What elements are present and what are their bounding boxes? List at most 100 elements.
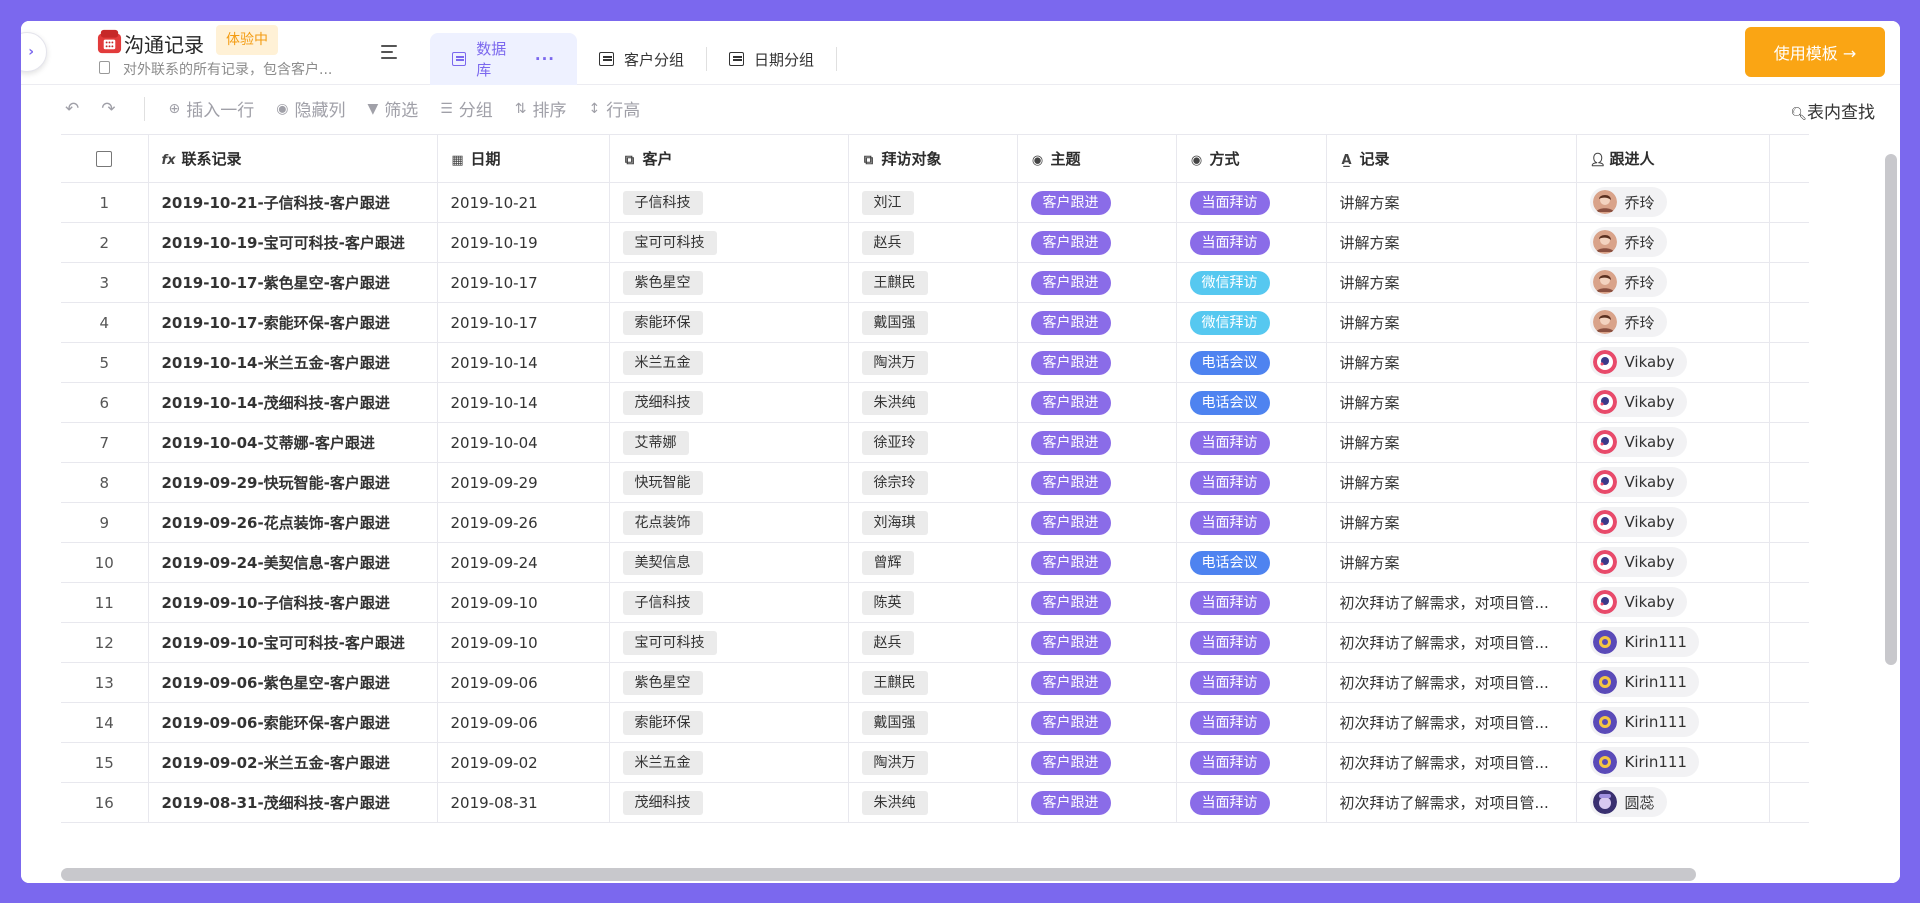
owner-cell[interactable]: Vikaby xyxy=(1576,382,1770,423)
method-cell[interactable]: 当面拜访 xyxy=(1176,462,1327,503)
row-number[interactable]: 7 xyxy=(61,422,149,463)
more-icon[interactable]: ··· xyxy=(535,50,555,68)
topic-cell[interactable]: 客户跟进 xyxy=(1017,502,1177,543)
table-row[interactable]: 16 2019-08-31-茂细科技-客户跟进 2019-08-31 茂细科技 朱洪纯 客… xyxy=(61,782,1809,823)
record-cell[interactable]: 讲解方案 xyxy=(1326,502,1577,543)
filter-button[interactable]: ▼ 筛选 xyxy=(367,96,418,122)
topic-cell[interactable]: 客户跟进 xyxy=(1017,182,1177,223)
topic-cell[interactable]: 客户跟进 xyxy=(1017,622,1177,663)
method-cell[interactable]: 当面拜访 xyxy=(1176,422,1327,463)
client-cell[interactable]: 紫色星空 xyxy=(609,662,849,703)
client-tag[interactable]: 米兰五金 xyxy=(622,750,703,775)
contact-cell[interactable]: 王麒民 xyxy=(848,662,1018,703)
table-row[interactable]: 14 2019-09-06-索能环保-客户跟进 2019-09-06 索能环保 戴国强 客… xyxy=(61,702,1809,743)
record-title-cell[interactable]: 2019-10-14-茂细科技-客户跟进 xyxy=(148,382,438,423)
row-number[interactable]: 13 xyxy=(61,662,149,703)
record-title-cell[interactable]: 2019-09-10-子信科技-客户跟进 xyxy=(148,582,438,623)
topic-cell[interactable]: 客户跟进 xyxy=(1017,742,1177,783)
client-tag[interactable]: 子信科技 xyxy=(622,590,703,615)
row-number[interactable]: 2 xyxy=(61,222,149,263)
record-title-cell[interactable]: 2019-09-06-索能环保-客户跟进 xyxy=(148,702,438,743)
record-cell[interactable]: 讲解方案 xyxy=(1326,302,1577,343)
table-row[interactable]: 2 2019-10-19-宝可可科技-客户跟进 2019-10-19 宝可可科技 赵兵 客… xyxy=(61,222,1809,263)
client-tag[interactable]: 索能环保 xyxy=(622,710,703,735)
contact-tag[interactable]: 曾辉 xyxy=(861,550,914,575)
client-cell[interactable]: 索能环保 xyxy=(609,702,849,743)
record-cell[interactable]: 讲解方案 xyxy=(1326,182,1577,223)
table-row[interactable]: 9 2019-09-26-花点装饰-客户跟进 2019-09-26 花点装饰 刘海琪 客户… xyxy=(61,502,1809,543)
owner-cell[interactable]: Vikaby xyxy=(1576,582,1770,623)
client-cell[interactable]: 子信科技 xyxy=(609,182,849,223)
client-cell[interactable]: 紫色星空 xyxy=(609,262,849,303)
record-cell[interactable]: 初次拜访了解需求，对项目管... xyxy=(1326,582,1577,623)
topic-cell[interactable]: 客户跟进 xyxy=(1017,702,1177,743)
contact-tag[interactable]: 朱洪纯 xyxy=(861,790,928,815)
column-header-method[interactable]: ◉ 方式 xyxy=(1176,134,1327,183)
add-column-cell[interactable] xyxy=(1769,134,1809,183)
owner-cell[interactable]: 乔玲 xyxy=(1576,302,1770,343)
record-cell[interactable]: 初次拜访了解需求，对项目管... xyxy=(1326,782,1577,823)
row-number[interactable]: 8 xyxy=(61,462,149,503)
column-header-contact[interactable]: ⧉ 拜访对象 xyxy=(848,134,1018,183)
contact-tag[interactable]: 陈英 xyxy=(861,590,914,615)
row-number[interactable]: 14 xyxy=(61,702,149,743)
table-row[interactable]: 6 2019-10-14-茂细科技-客户跟进 2019-10-14 茂细科技 朱洪纯 客户… xyxy=(61,382,1809,423)
client-cell[interactable]: 美契信息 xyxy=(609,542,849,583)
row-number[interactable]: 15 xyxy=(61,742,149,783)
horizontal-scrollbar[interactable] xyxy=(61,868,1696,881)
record-title-cell[interactable]: 2019-09-06-紫色星空-客户跟进 xyxy=(148,662,438,703)
client-cell[interactable]: 花点装饰 xyxy=(609,502,849,543)
record-title-cell[interactable]: 2019-08-31-茂细科技-客户跟进 xyxy=(148,782,438,823)
contact-tag[interactable]: 徐亚玲 xyxy=(861,430,928,455)
redo-icon[interactable]: ↷ xyxy=(101,99,115,119)
column-header-client[interactable]: ⧉ 客户 xyxy=(609,134,849,183)
column-header-date[interactable]: ▦ 日期 xyxy=(437,134,610,183)
table-row[interactable]: 7 2019-10-04-艾蒂娜-客户跟进 2019-10-04 艾蒂娜 徐亚玲 客户跟进… xyxy=(61,422,1809,463)
contact-cell[interactable]: 戴国强 xyxy=(848,302,1018,343)
topic-cell[interactable]: 客户跟进 xyxy=(1017,422,1177,463)
person-chip[interactable]: Vikaby xyxy=(1589,587,1687,617)
topic-cell[interactable]: 客户跟进 xyxy=(1017,302,1177,343)
record-cell[interactable]: 初次拜访了解需求，对项目管... xyxy=(1326,742,1577,783)
record-cell[interactable]: 初次拜访了解需求，对项目管... xyxy=(1326,662,1577,703)
record-cell[interactable]: 讲解方案 xyxy=(1326,462,1577,503)
tab-customer-group[interactable]: 客户分组 xyxy=(577,33,706,85)
contact-tag[interactable]: 王麒民 xyxy=(861,270,928,295)
contact-tag[interactable]: 陶洪万 xyxy=(861,750,928,775)
table-row[interactable]: 3 2019-10-17-紫色星空-客户跟进 2019-10-17 紫色星空 王麒民 客户… xyxy=(61,262,1809,303)
row-number[interactable]: 5 xyxy=(61,342,149,383)
person-chip[interactable]: Vikaby xyxy=(1589,547,1687,577)
person-chip[interactable]: 圆蕊 xyxy=(1589,787,1667,817)
person-chip[interactable]: 乔玲 xyxy=(1589,187,1667,217)
topic-cell[interactable]: 客户跟进 xyxy=(1017,782,1177,823)
record-title-cell[interactable]: 2019-10-14-米兰五金-客户跟进 xyxy=(148,342,438,383)
hide-columns-button[interactable]: ◉ 隐藏列 xyxy=(276,96,345,122)
client-tag[interactable]: 花点装饰 xyxy=(622,510,703,535)
client-tag[interactable]: 茂细科技 xyxy=(622,790,703,815)
record-cell[interactable]: 讲解方案 xyxy=(1326,422,1577,463)
contact-cell[interactable]: 赵兵 xyxy=(848,222,1018,263)
row-number[interactable]: 1 xyxy=(61,182,149,223)
person-chip[interactable]: 乔玲 xyxy=(1589,267,1667,297)
owner-cell[interactable]: Vikaby xyxy=(1576,462,1770,503)
table-row[interactable]: 8 2019-09-29-快玩智能-客户跟进 2019-09-29 快玩智能 徐宗玲 客户… xyxy=(61,462,1809,503)
owner-cell[interactable]: 乔玲 xyxy=(1576,262,1770,303)
person-chip[interactable]: Kirin111 xyxy=(1589,707,1699,737)
method-cell[interactable]: 当面拜访 xyxy=(1176,702,1327,743)
person-chip[interactable]: Kirin111 xyxy=(1589,667,1699,697)
date-cell[interactable]: 2019-10-21 xyxy=(437,182,610,223)
record-title-cell[interactable]: 2019-09-26-花点装饰-客户跟进 xyxy=(148,502,438,543)
date-cell[interactable]: 2019-09-24 xyxy=(437,542,610,583)
method-cell[interactable]: 电话会议 xyxy=(1176,342,1327,383)
person-chip[interactable]: Kirin111 xyxy=(1589,627,1699,657)
table-row[interactable]: 13 2019-09-06-紫色星空-客户跟进 2019-09-06 紫色星空 王麒民 客… xyxy=(61,662,1809,703)
contact-cell[interactable]: 徐宗玲 xyxy=(848,462,1018,503)
owner-cell[interactable]: Kirin111 xyxy=(1576,702,1770,743)
date-cell[interactable]: 2019-09-26 xyxy=(437,502,610,543)
insert-row-button[interactable]: ⊕ 插入一行 xyxy=(169,96,255,122)
table-row[interactable]: 15 2019-09-02-米兰五金-客户跟进 2019-09-02 米兰五金 陶洪万 客… xyxy=(61,742,1809,783)
method-cell[interactable]: 当面拜访 xyxy=(1176,782,1327,823)
record-cell[interactable]: 初次拜访了解需求，对项目管... xyxy=(1326,622,1577,663)
method-cell[interactable]: 当面拜访 xyxy=(1176,502,1327,543)
date-cell[interactable]: 2019-10-14 xyxy=(437,382,610,423)
